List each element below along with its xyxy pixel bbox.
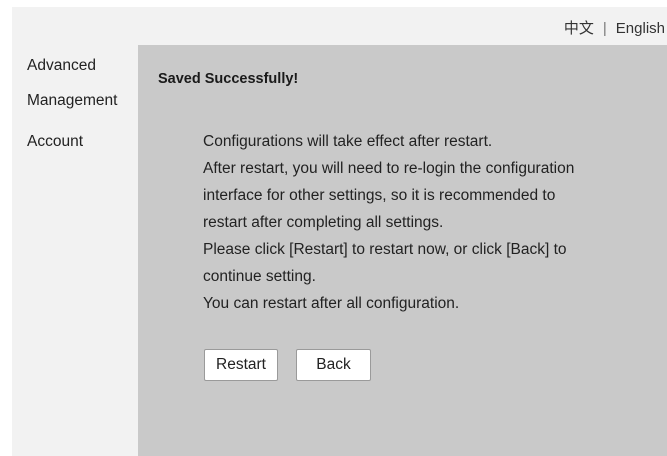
sidebar-item-management[interactable]: Management bbox=[27, 92, 117, 110]
message-line: continue setting. bbox=[203, 268, 316, 285]
back-button[interactable]: Back bbox=[296, 349, 371, 381]
main-content: Saved Successfully! Configurations will … bbox=[138, 45, 667, 456]
message-line: After restart, you will need to re-login… bbox=[203, 160, 575, 177]
sidebar: Advanced Management Account bbox=[12, 45, 138, 456]
restart-button[interactable]: Restart bbox=[204, 349, 278, 381]
sidebar-item-advanced[interactable]: Advanced bbox=[27, 57, 96, 75]
page-title: Saved Successfully! bbox=[158, 71, 299, 87]
lang-english-link[interactable]: English bbox=[616, 20, 665, 37]
lang-separator: | bbox=[602, 20, 607, 37]
lang-chinese-link[interactable]: 中文 bbox=[564, 20, 594, 37]
message-line: Please click [Restart] to restart now, o… bbox=[203, 241, 567, 258]
message-line: interface for other settings, so it is r… bbox=[203, 187, 556, 204]
top-bar: 中文 | English bbox=[12, 7, 667, 45]
sidebar-item-account[interactable]: Account bbox=[27, 133, 83, 151]
language-switcher: 中文 | English bbox=[564, 17, 665, 38]
message-line: Configurations will take effect after re… bbox=[203, 133, 493, 150]
message-line: restart after completing all settings. bbox=[203, 214, 444, 231]
page: 中文 | English Advanced Management Account S… bbox=[0, 0, 667, 456]
message-line: You can restart after all configuration. bbox=[203, 295, 460, 312]
